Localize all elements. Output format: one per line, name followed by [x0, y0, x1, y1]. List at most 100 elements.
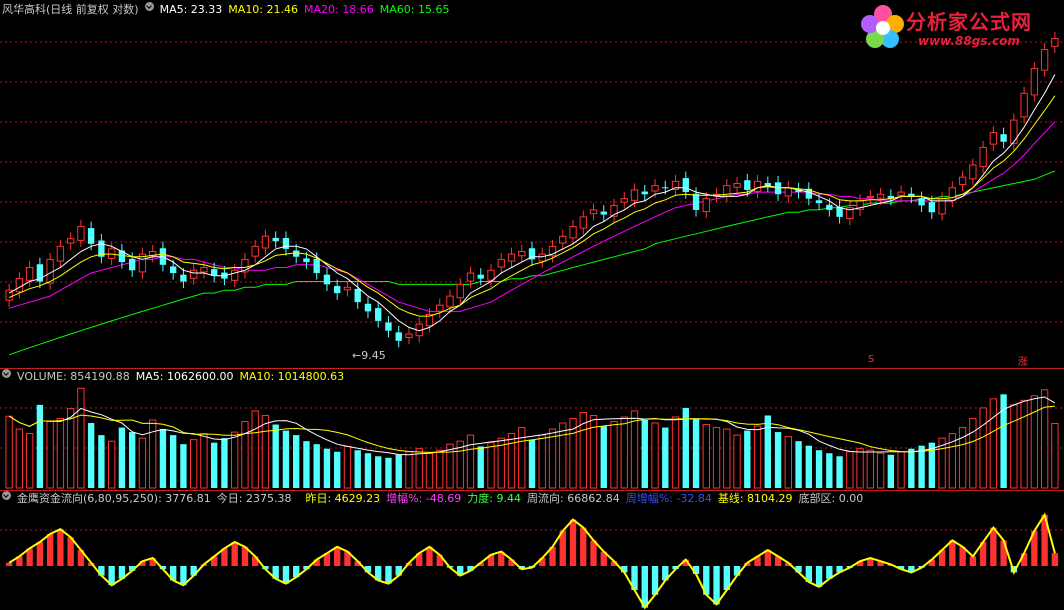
volume-bar	[856, 448, 864, 489]
candle-body	[343, 286, 352, 291]
signal-marker-s: S	[868, 354, 875, 365]
indicator-title[interactable]: 金鹰资金流向(6,80,95,250)	[17, 491, 158, 507]
volume-bar	[210, 442, 218, 488]
volume-bar	[189, 439, 198, 489]
candle-body	[56, 245, 65, 262]
volume-bar	[897, 451, 905, 489]
volume-bar	[138, 437, 147, 489]
low-price-annotation: ←9.45	[352, 349, 386, 362]
volume-bar	[56, 417, 65, 489]
volume-bar	[989, 398, 998, 489]
candle-body	[784, 187, 792, 197]
candle-body	[364, 303, 372, 312]
volume-panel	[5, 387, 1059, 489]
volume-bar	[395, 454, 402, 488]
candle-body	[774, 182, 782, 195]
logo-url: www.88gs.com	[918, 34, 1020, 48]
indicator-settings-icon[interactable]	[2, 491, 11, 500]
flow-bar	[815, 566, 823, 587]
volume-bar	[836, 456, 843, 488]
flow-bar	[1051, 553, 1059, 566]
volume-bar	[589, 414, 598, 489]
volume-bar	[733, 434, 741, 489]
flow-bar	[46, 534, 54, 566]
candle-body	[826, 204, 833, 210]
volume-bar	[969, 417, 977, 489]
flow-bar	[231, 542, 238, 566]
indicator-baseline: 基线: 8104.29	[717, 492, 793, 505]
volume-value: VOLUME: 854190.88	[17, 370, 130, 383]
candle-body	[1000, 134, 1007, 142]
indicator-change: 增幅%: -48.69	[386, 492, 462, 505]
candle-body	[538, 253, 546, 262]
candle-body	[323, 274, 331, 285]
volume-bar	[538, 434, 546, 489]
volume-bar	[559, 422, 567, 489]
volume-bar	[66, 408, 75, 489]
volume-bar	[385, 457, 392, 488]
indicator-bottom: 底部区: 0.00	[798, 492, 864, 505]
volume-bar	[692, 418, 700, 488]
indicator-weekly-change: 周增幅%: -32.84	[625, 492, 712, 505]
volume-bar	[323, 448, 331, 488]
candle-body	[897, 191, 905, 196]
candle-body	[866, 195, 875, 199]
flow-bar	[969, 556, 977, 566]
candle-body	[979, 146, 987, 168]
volume-bar	[241, 421, 249, 489]
candle-body	[958, 176, 967, 185]
logo-text: 分析家公式网	[906, 10, 1032, 34]
volume-bar	[600, 426, 607, 488]
candle-body	[630, 189, 639, 201]
volume-bar	[651, 422, 659, 489]
volume-bar	[200, 433, 208, 489]
candle-body	[180, 274, 187, 282]
candle-body	[815, 200, 823, 204]
flower-icon	[861, 5, 904, 48]
candle-body	[261, 235, 270, 249]
volume-bar	[425, 452, 434, 489]
candle-body	[600, 211, 607, 215]
volume-bar	[159, 429, 167, 488]
volume-bar	[866, 449, 875, 489]
volume-bar	[313, 444, 320, 488]
volume-bar	[343, 445, 352, 489]
candle-body	[293, 250, 300, 257]
volume-bar	[744, 430, 751, 488]
candle-body	[436, 304, 444, 312]
settings-dropdown-icon[interactable]	[144, 2, 154, 11]
volume-bar	[795, 441, 802, 488]
candle-body	[507, 253, 516, 262]
flow-bar	[569, 519, 577, 566]
volume-bar	[805, 445, 812, 488]
candle-body	[487, 269, 495, 281]
flow-bar	[990, 527, 997, 566]
volume-ma5-label: MA5: 1062600.00	[135, 370, 234, 383]
ma10-label: MA10: 21.46	[228, 3, 299, 16]
candle-body	[169, 266, 177, 274]
volume-bar	[784, 436, 792, 489]
candle-body	[354, 288, 361, 303]
volume-bar	[671, 416, 680, 489]
volume-bar	[15, 428, 24, 489]
volume-bar	[148, 419, 157, 489]
indicator-value: : 3776.81	[158, 492, 211, 505]
volume-settings-icon[interactable]	[2, 369, 11, 378]
candle-body	[405, 333, 413, 339]
volume-bar	[1010, 404, 1018, 489]
candle-body	[753, 180, 762, 193]
indicator-weekly: 周流向: 66862.84	[527, 492, 620, 505]
candle-body	[385, 322, 392, 331]
volume-bar	[1051, 422, 1059, 489]
candle-body	[272, 237, 279, 242]
volume-bar	[477, 446, 484, 488]
volume-bar	[682, 407, 689, 488]
candle-body	[66, 238, 75, 244]
ma10-line	[8, 95, 1056, 317]
volume-bar	[46, 421, 54, 489]
security-title[interactable]: 风华高科(日线 前复权 对数)	[2, 2, 139, 18]
signal-marker-zhang: 涨	[1018, 357, 1028, 368]
candle-body	[559, 235, 567, 244]
volume-bar	[723, 428, 731, 489]
volume-bar	[826, 453, 833, 488]
